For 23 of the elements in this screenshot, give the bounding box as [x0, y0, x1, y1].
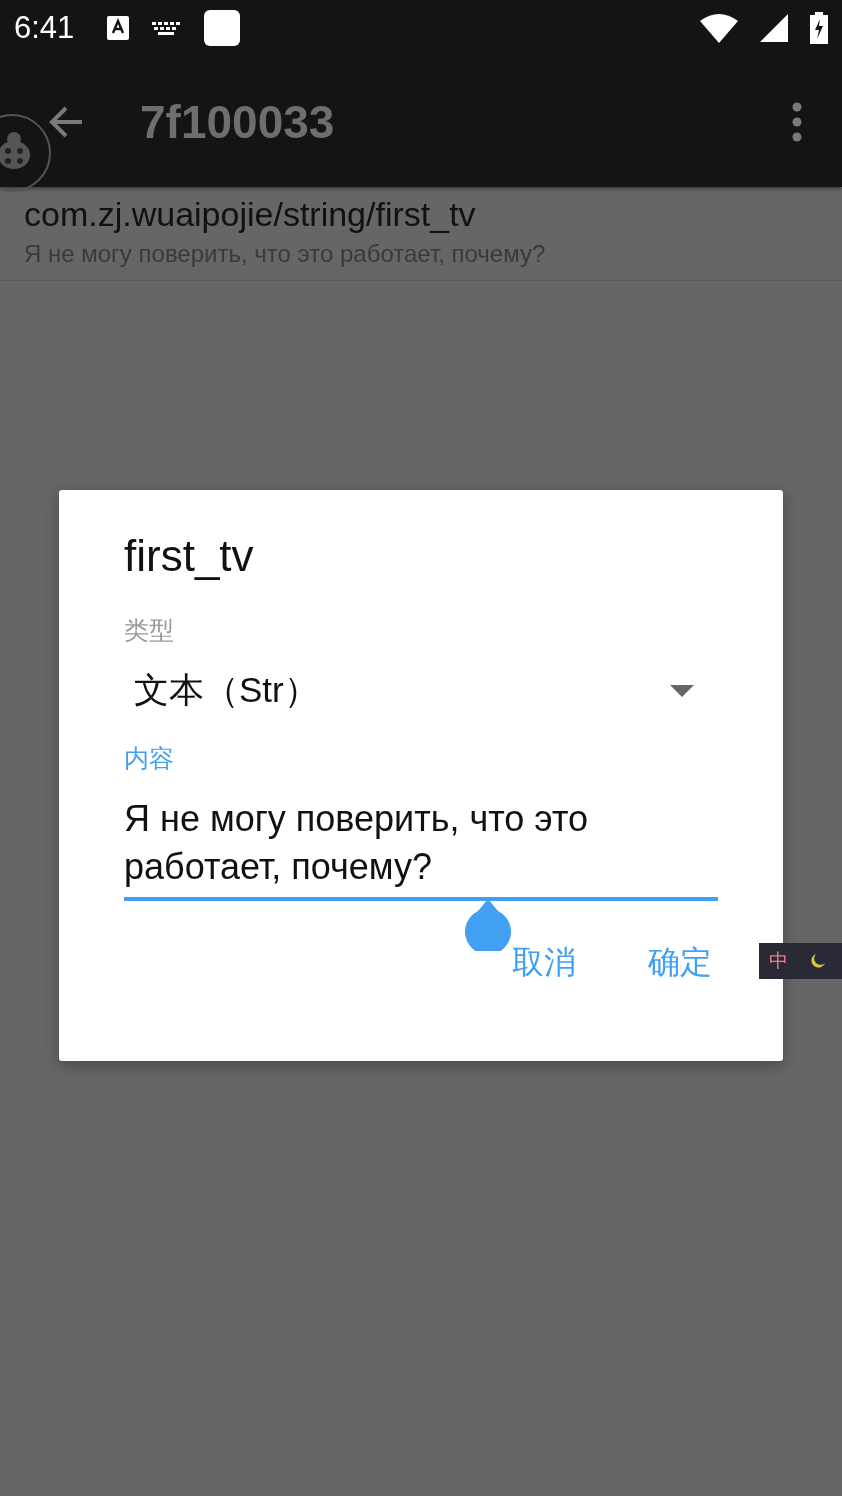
dropdown-caret-icon — [670, 684, 694, 697]
ok-button[interactable]: 确定 — [642, 933, 718, 993]
cancel-button[interactable]: 取消 — [506, 933, 582, 993]
dialog-title: first_tv — [124, 534, 255, 578]
resource-path: com.zj.wuaipojie/string/first_tv — [24, 195, 477, 234]
text-cursor-handle-icon[interactable] — [464, 899, 512, 951]
content-input-field[interactable]: Я не могу поверить, что это работает, почему? — [124, 795, 718, 901]
battery-charging-icon — [810, 12, 828, 44]
keyboard-icon — [152, 21, 183, 35]
ladybug-float-icon[interactable] — [0, 113, 52, 193]
more-menu-icon[interactable] — [792, 101, 802, 142]
app-notification-icon — [204, 10, 241, 46]
wifi-icon — [700, 13, 738, 43]
signal-icon — [760, 14, 788, 42]
type-label: 类型 — [124, 615, 175, 646]
ime-badge[interactable]: 中 — [759, 943, 842, 979]
type-dropdown[interactable]: 文本（Str） — [124, 667, 718, 714]
app-bar-title: 7f100033 — [140, 94, 335, 149]
content-label: 内容 — [124, 743, 175, 774]
status-time: 6:41 — [14, 10, 75, 46]
font-icon — [106, 15, 131, 41]
moon-icon — [810, 953, 826, 969]
ime-mode-label: 中 — [769, 949, 788, 973]
